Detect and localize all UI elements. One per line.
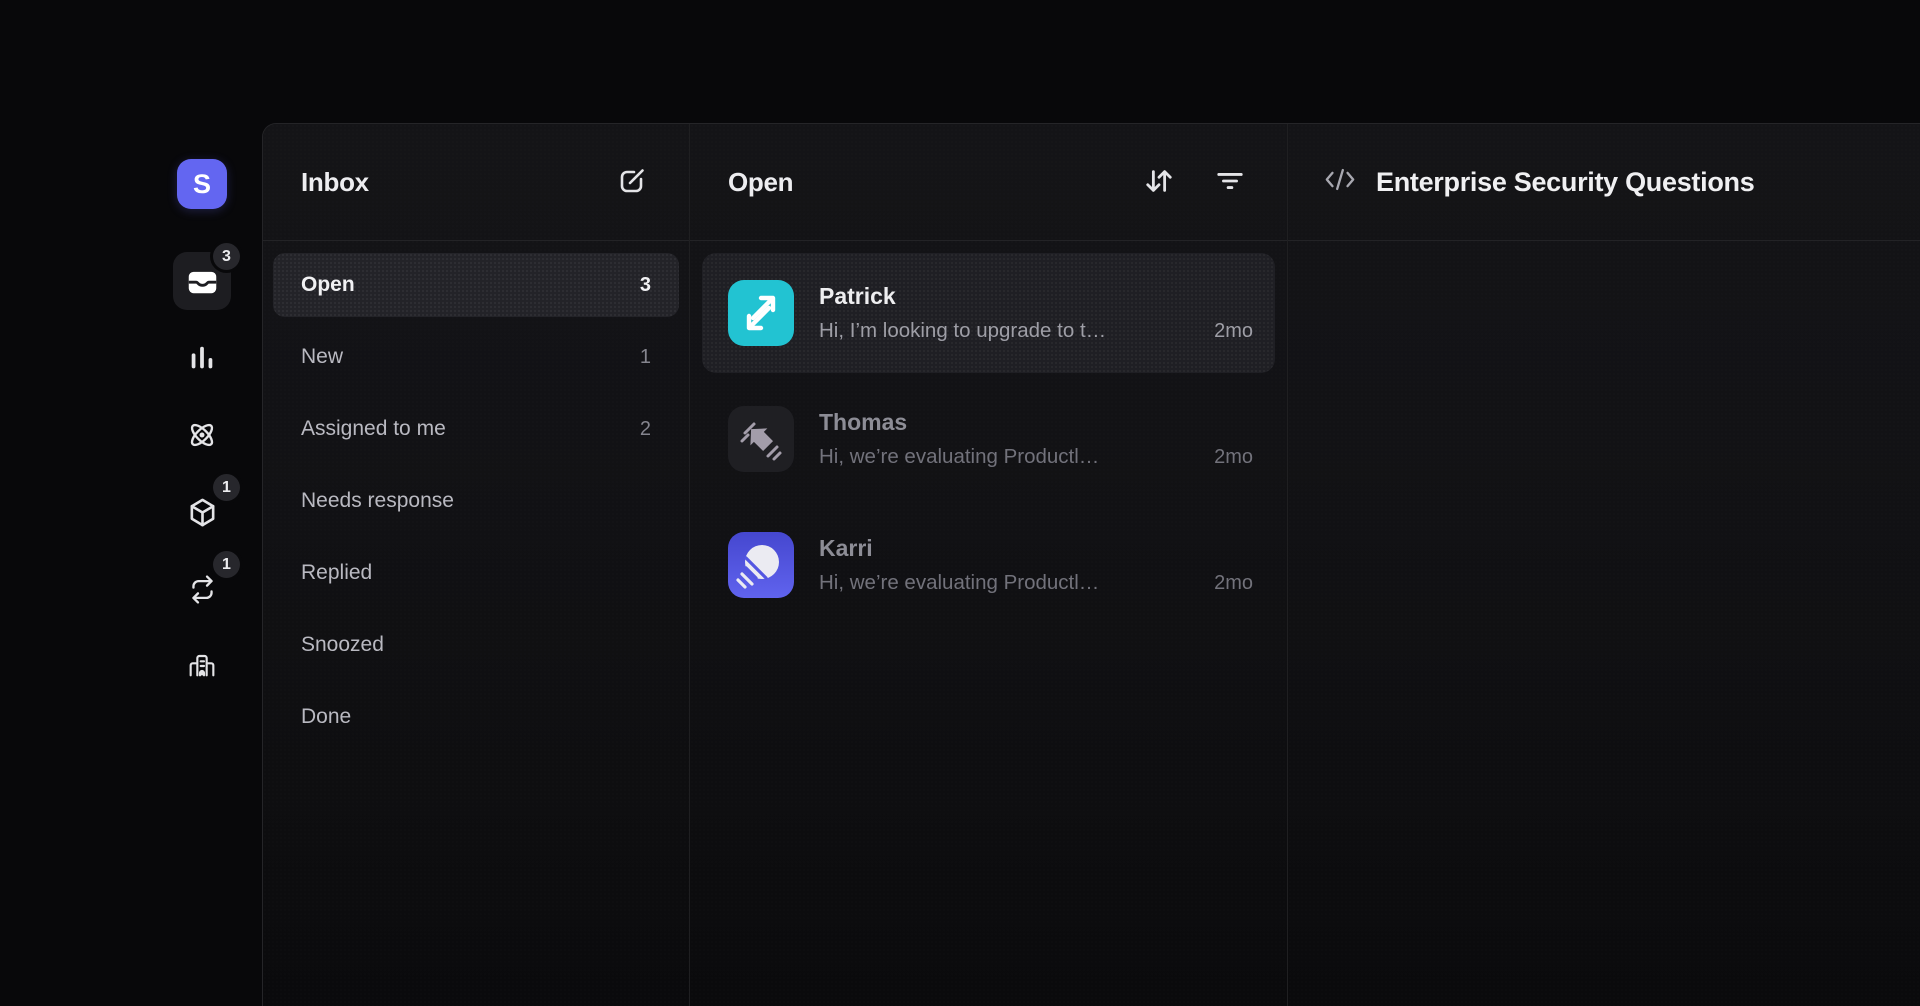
products-badge: 1 bbox=[213, 474, 240, 501]
conversation-name: Karri bbox=[819, 535, 1253, 562]
filter-label: Replied bbox=[301, 561, 372, 585]
conversation-list-panel: Open bbox=[690, 124, 1287, 1006]
filter-button[interactable] bbox=[1209, 160, 1251, 205]
filter-count: 2 bbox=[640, 418, 651, 441]
conversation-row-karri[interactable]: Karri Hi, we’re evaluating Productl… 2mo bbox=[702, 505, 1275, 625]
list-panel-header: Open bbox=[690, 124, 1287, 241]
conversation-body: Patrick Hi, I’m looking to upgrade to t…… bbox=[819, 283, 1253, 343]
sidebar-item-automations[interactable] bbox=[173, 406, 231, 464]
filter-label: Assigned to me bbox=[301, 417, 446, 441]
filter-lines-icon bbox=[1215, 166, 1245, 199]
inbox-tray-icon bbox=[186, 265, 219, 298]
conversation-time: 2mo bbox=[1214, 446, 1253, 469]
filter-count: 3 bbox=[640, 274, 651, 297]
inbox-panel: Inbox Open 3 New 1 Assigned bbox=[263, 124, 689, 1006]
sidebar-item-inbox[interactable]: 3 bbox=[173, 252, 231, 310]
filter-label: Snoozed bbox=[301, 633, 384, 657]
filter-row-open[interactable]: Open 3 bbox=[273, 253, 679, 317]
conversation-body: Karri Hi, we’re evaluating Productl… 2mo bbox=[819, 535, 1253, 595]
hatched-arrow-avatar bbox=[728, 406, 794, 472]
conversation-body: Thomas Hi, we’re evaluating Productl… 2m… bbox=[819, 409, 1253, 469]
sort-button[interactable] bbox=[1137, 160, 1181, 205]
filter-label: Open bbox=[301, 273, 355, 297]
filter-label: Needs response bbox=[301, 489, 454, 513]
inbox-title: Inbox bbox=[301, 167, 369, 198]
cube-icon bbox=[187, 497, 218, 528]
conversation-row-patrick[interactable]: Patrick Hi, I’m looking to upgrade to t…… bbox=[702, 253, 1275, 373]
filter-row-done[interactable]: Done bbox=[273, 685, 679, 749]
repeat-arrows-icon bbox=[187, 574, 218, 605]
conversation-time: 2mo bbox=[1214, 320, 1253, 343]
bar-chart-icon bbox=[187, 343, 217, 373]
compose-button[interactable] bbox=[611, 160, 653, 205]
app-logo[interactable]: S bbox=[177, 159, 227, 209]
conversation-list: Patrick Hi, I’m looking to upgrade to t…… bbox=[690, 241, 1287, 643]
filter-row-replied[interactable]: Replied bbox=[273, 541, 679, 605]
filter-row-assigned-to-me[interactable]: Assigned to me 2 bbox=[273, 397, 679, 461]
inbox-badge: 3 bbox=[213, 243, 240, 270]
swap-arrows-avatar bbox=[728, 280, 794, 346]
detail-panel-header: Enterprise Security Questions bbox=[1288, 124, 1920, 241]
sidebar-item-company[interactable] bbox=[173, 637, 231, 695]
main-panels: Inbox Open 3 New 1 Assigned bbox=[262, 123, 1920, 1006]
conversation-time: 2mo bbox=[1214, 572, 1253, 595]
sidebar-item-reports[interactable] bbox=[173, 329, 231, 387]
filter-count: 1 bbox=[640, 346, 651, 369]
filter-row-needs-response[interactable]: Needs response bbox=[273, 469, 679, 533]
building-icon bbox=[186, 650, 218, 682]
sort-arrows-icon bbox=[1143, 166, 1175, 199]
code-icon bbox=[1324, 166, 1356, 198]
detail-title: Enterprise Security Questions bbox=[1376, 167, 1754, 198]
filter-label: New bbox=[301, 345, 343, 369]
sidebar-item-products[interactable]: 1 bbox=[173, 483, 231, 541]
filter-row-new[interactable]: New 1 bbox=[273, 325, 679, 389]
detail-panel: Enterprise Security Questions bbox=[1288, 124, 1920, 1006]
compose-icon bbox=[617, 166, 647, 199]
sidebar-rail: S 3 1 bbox=[173, 159, 231, 714]
conversation-name: Patrick bbox=[819, 283, 1253, 310]
sidebar-item-workflows[interactable]: 1 bbox=[173, 560, 231, 618]
filter-label: Done bbox=[301, 705, 351, 729]
conversation-preview: Hi, we’re evaluating Productl… bbox=[819, 571, 1200, 595]
conversation-preview: Hi, we’re evaluating Productl… bbox=[819, 445, 1200, 469]
workflows-badge: 1 bbox=[213, 551, 240, 578]
conversation-row-thomas[interactable]: Thomas Hi, we’re evaluating Productl… 2m… bbox=[702, 379, 1275, 499]
inbox-panel-header: Inbox bbox=[263, 124, 689, 241]
conversation-preview: Hi, I’m looking to upgrade to t… bbox=[819, 319, 1200, 343]
striped-globe-avatar bbox=[728, 532, 794, 598]
inbox-filter-list: Open 3 New 1 Assigned to me 2 Needs resp… bbox=[263, 241, 689, 769]
list-title: Open bbox=[728, 167, 793, 198]
atom-icon bbox=[186, 419, 218, 451]
conversation-name: Thomas bbox=[819, 409, 1253, 436]
filter-row-snoozed[interactable]: Snoozed bbox=[273, 613, 679, 677]
